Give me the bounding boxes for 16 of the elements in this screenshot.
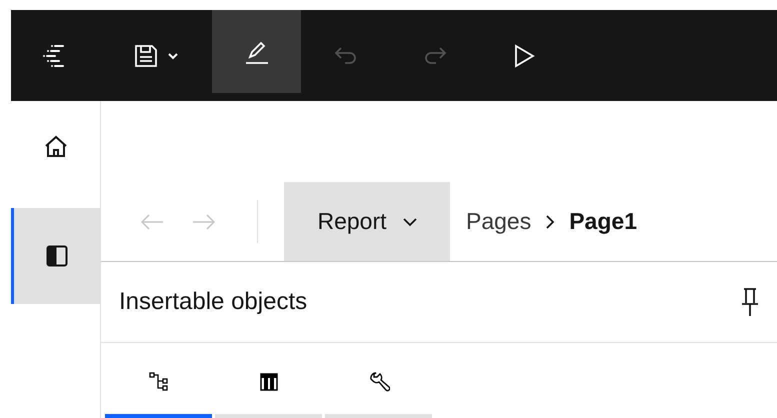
- pin-icon: [741, 287, 759, 317]
- side-panel-icon: [46, 245, 68, 267]
- table-layout-icon: [260, 372, 278, 390]
- left-arrow-icon: [141, 214, 163, 230]
- panel-title: Insertable objects: [119, 287, 308, 317]
- breadcrumb-item: Page1: [569, 207, 637, 236]
- report-dropdown[interactable]: Report: [284, 182, 450, 261]
- chevron-right-icon: [545, 214, 556, 228]
- breadcrumb-item[interactable]: Pages: [466, 204, 532, 239]
- right-arrow-icon: [193, 214, 215, 230]
- wrench-icon: [368, 370, 390, 392]
- home-icon: [44, 135, 68, 159]
- chevron-down-icon: [402, 216, 417, 226]
- tree-structure-icon: [148, 372, 168, 392]
- pin-button[interactable]: [741, 287, 759, 317]
- sidebar-item[interactable]: [11, 208, 100, 304]
